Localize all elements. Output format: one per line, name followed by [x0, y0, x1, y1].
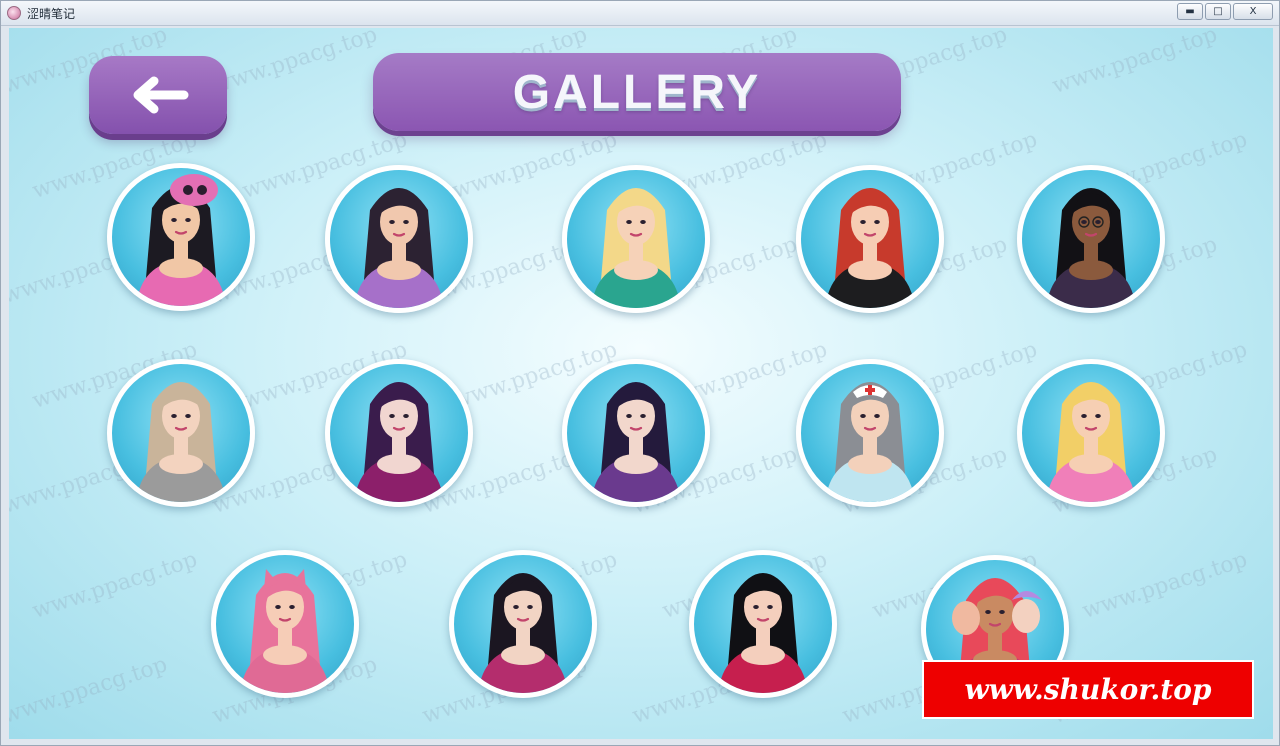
- character-portrait-icon: [136, 382, 226, 502]
- character-portrait-icon: [1046, 382, 1136, 502]
- character-portrait-button[interactable]: [325, 165, 473, 313]
- maximize-button[interactable]: □: [1205, 3, 1231, 20]
- left-arrow-icon: [133, 76, 189, 114]
- character-portrait-button[interactable]: [689, 550, 837, 698]
- window-title: 涩晴笔记: [27, 7, 76, 21]
- character-portrait-icon: [240, 569, 330, 693]
- character-portrait-icon: [591, 188, 681, 308]
- character-portrait-button[interactable]: [1017, 165, 1165, 313]
- promo-banner: www.shukor.top: [922, 660, 1254, 719]
- character-portrait-button[interactable]: [562, 359, 710, 507]
- app-icon: [7, 6, 21, 20]
- character-portrait-button[interactable]: [562, 165, 710, 313]
- watermark: www.ppacg.top: [209, 28, 381, 99]
- page-title: GALLERY: [373, 53, 901, 131]
- character-portrait-button[interactable]: [1017, 359, 1165, 507]
- close-button[interactable]: X: [1233, 3, 1273, 20]
- watermark: www.ppacg.top: [1079, 547, 1251, 624]
- character-portrait-button[interactable]: [796, 359, 944, 507]
- character-portrait-icon: [825, 188, 915, 308]
- title-bar[interactable]: 涩晴笔记 ▬ □ X: [1, 1, 1279, 26]
- character-portrait-button[interactable]: [325, 359, 473, 507]
- watermark: www.ppacg.top: [29, 547, 201, 624]
- minimize-button[interactable]: ▬: [1177, 3, 1203, 20]
- window-controls: ▬ □ X: [1177, 3, 1273, 20]
- character-portrait-button[interactable]: [796, 165, 944, 313]
- character-portrait-icon: [354, 188, 444, 308]
- character-portrait-button[interactable]: [107, 163, 255, 311]
- watermark: www.ppacg.top: [1049, 28, 1221, 99]
- character-portrait-icon: [478, 573, 568, 693]
- gallery-screen: www.ppacg.top www.ppacg.top www.ppacg.top w…: [9, 28, 1273, 739]
- watermark: www.ppacg.top: [9, 652, 171, 729]
- character-portrait-icon: [591, 382, 681, 502]
- game-window: 涩晴笔记 ▬ □ X www.ppacg.top www.ppacg.top www…: [0, 0, 1280, 746]
- character-portrait-icon: [718, 573, 808, 693]
- character-portrait-button[interactable]: [449, 550, 597, 698]
- character-portrait-button[interactable]: [107, 359, 255, 507]
- character-portrait-icon: [1046, 188, 1136, 308]
- character-portrait-icon: [354, 382, 444, 502]
- character-portrait-icon: [825, 382, 915, 502]
- character-portrait-button[interactable]: [211, 550, 359, 698]
- character-portrait-icon: [136, 174, 226, 306]
- back-button[interactable]: [89, 56, 227, 134]
